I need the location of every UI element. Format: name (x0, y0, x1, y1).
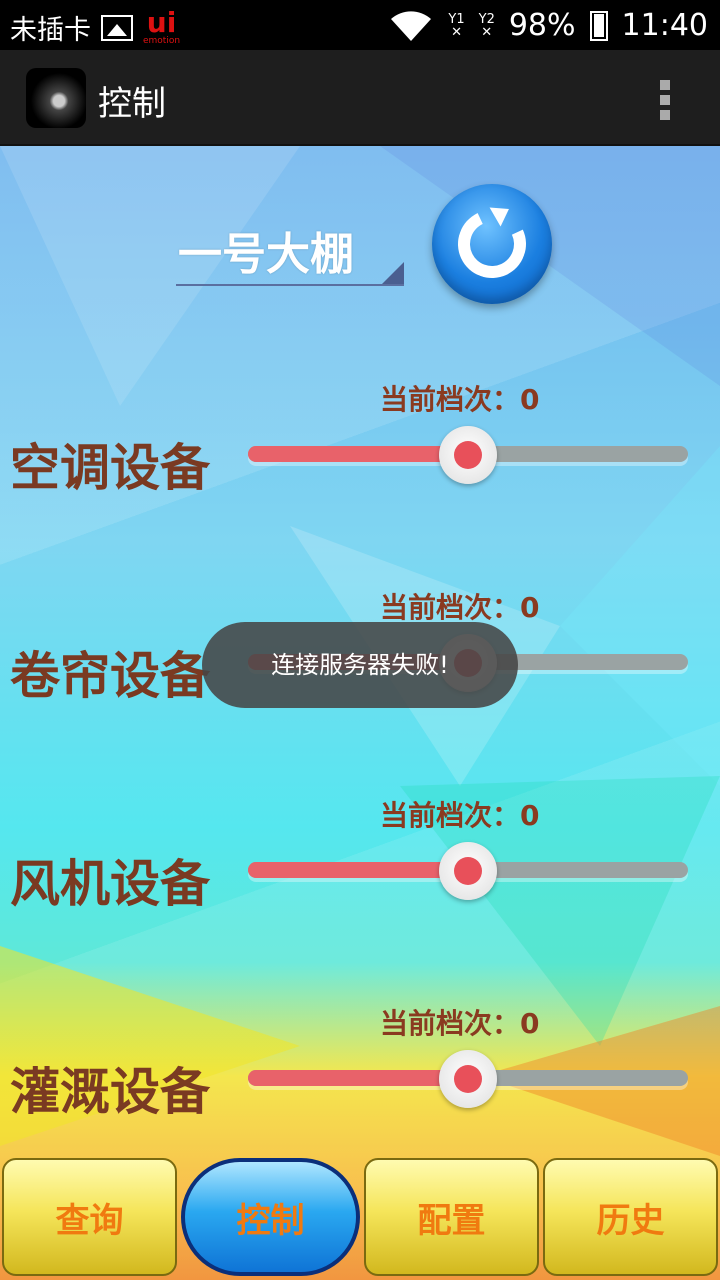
level-text: 当前档次：0 (380, 799, 540, 832)
control-panel: 一号大棚 空调设备 当前档次：0 卷帘设备 当前档次：0 风机设备 当前档次：0… (0, 146, 720, 1280)
device-row-irrigation: 灌溉设备 当前档次：0 (0, 1007, 720, 1132)
toast-message: 连接服务器失败! (202, 622, 518, 708)
device-label: 卷帘设备 (10, 647, 210, 705)
tab-config[interactable]: 配置 (364, 1158, 539, 1276)
tab-control[interactable]: 控制 (181, 1158, 360, 1276)
sim2-signal-icon: Y2 ✕ (478, 11, 495, 40)
image-notification-icon (101, 14, 133, 41)
overflow-menu-icon[interactable] (660, 80, 670, 120)
slider-thumb[interactable] (439, 842, 497, 900)
device-row-ac: 空调设备 当前档次：0 (0, 383, 720, 508)
greenhouse-select[interactable]: 一号大棚 (176, 218, 404, 286)
tab-label: 历史 (596, 1200, 665, 1241)
device-label: 空调设备 (10, 439, 210, 497)
brand-logo: ui emotion (143, 6, 181, 46)
status-bar: 未插卡 ui emotion Y1 ✕ Y2 ✕ 98% 11:40 (0, 0, 720, 50)
device-label: 风机设备 (10, 855, 210, 913)
tab-history[interactable]: 历史 (543, 1158, 718, 1276)
sim1-signal-icon: Y1 ✕ (448, 11, 465, 40)
device-row-fan: 风机设备 当前档次：0 (0, 799, 720, 924)
page-title: 控制 (98, 84, 166, 124)
level-text: 当前档次：0 (380, 591, 540, 624)
dropdown-arrow-icon (382, 262, 404, 284)
wifi-icon (391, 10, 432, 41)
level-text: 当前档次：0 (380, 383, 540, 416)
refresh-icon (448, 200, 536, 288)
clock: 11:40 (621, 8, 708, 43)
app-icon[interactable] (26, 68, 86, 128)
refresh-button[interactable] (432, 184, 552, 304)
tab-label: 配置 (417, 1200, 486, 1241)
battery-icon (589, 10, 608, 41)
action-bar: 控制 (0, 50, 720, 146)
slider-thumb[interactable] (439, 1050, 497, 1108)
slider-thumb[interactable] (439, 426, 497, 484)
carrier-text: 未插卡 (10, 15, 91, 46)
device-slider[interactable] (248, 1050, 688, 1108)
device-slider[interactable] (248, 842, 688, 900)
battery-percent: 98% (508, 8, 576, 43)
tab-label: 控制 (236, 1200, 305, 1241)
greenhouse-select-value: 一号大棚 (178, 229, 354, 280)
device-slider[interactable] (248, 426, 688, 484)
level-text: 当前档次：0 (380, 1007, 540, 1040)
device-label: 灌溉设备 (10, 1063, 210, 1121)
tab-query[interactable]: 查询 (2, 1158, 177, 1276)
bottom-tab-bar: 查询 控制 配置 历史 (0, 1158, 720, 1280)
tab-label: 查询 (55, 1200, 124, 1241)
